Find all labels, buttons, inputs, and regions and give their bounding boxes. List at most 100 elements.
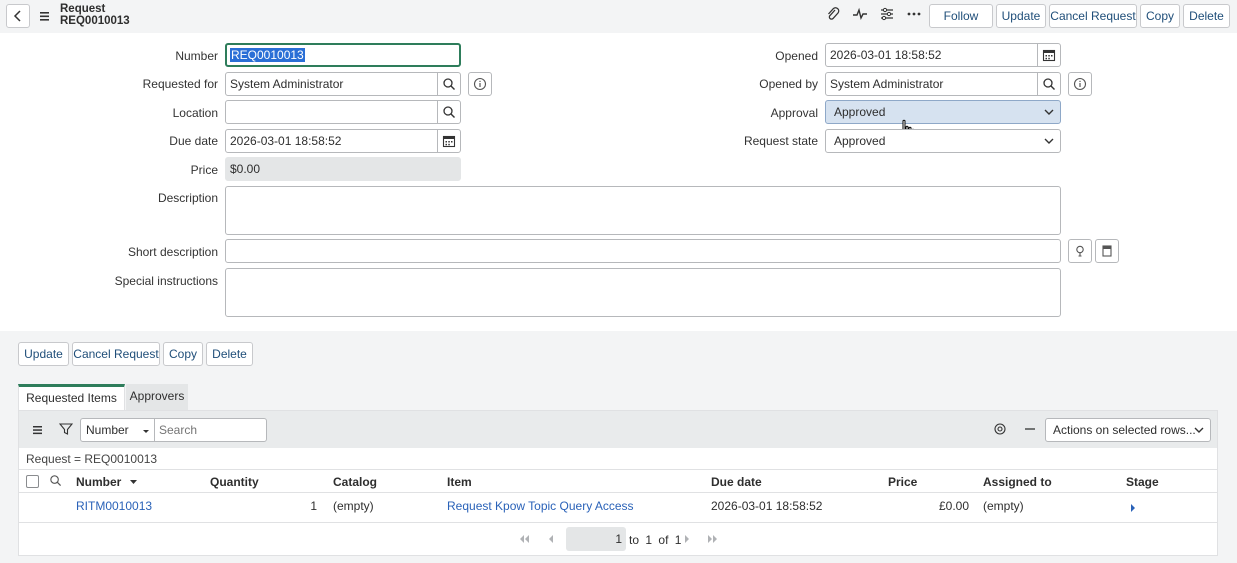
pagination-to-label: to (629, 533, 640, 547)
bottom-update-button[interactable]: Update (18, 342, 69, 366)
list-settings-button[interactable] (993, 422, 1009, 438)
search-icon (443, 78, 455, 90)
double-chevron-right-icon (708, 535, 717, 543)
column-header-item[interactable]: Item (447, 475, 472, 489)
opened-by-info-button[interactable] (1068, 72, 1092, 96)
short-description-field[interactable] (225, 239, 1061, 263)
price-field: $0.00 (225, 157, 461, 181)
bottom-copy-button[interactable]: Copy (163, 342, 203, 366)
more-options-button[interactable] (904, 6, 924, 26)
search-field-value: Number (86, 423, 129, 437)
column-header-number[interactable]: Number (76, 475, 138, 489)
chevron-down-icon (1044, 109, 1054, 115)
update-button[interactable]: Update (996, 4, 1046, 28)
price-label: Price (190, 163, 218, 177)
opened-by-field[interactable]: System Administrator (825, 72, 1038, 96)
chevron-right-icon (685, 535, 689, 543)
context-menu-button[interactable] (38, 8, 52, 24)
opened-by-lookup-button[interactable] (1037, 72, 1061, 96)
pagination-to: 1 (645, 533, 653, 547)
actions-on-selected-rows-select[interactable]: Actions on selected rows... (1045, 418, 1211, 442)
chevron-down-icon (1194, 427, 1204, 433)
location-field[interactable] (225, 100, 438, 124)
info-icon (473, 77, 487, 91)
opened-by-label: Opened by (759, 77, 818, 91)
list-search-input[interactable] (154, 418, 267, 442)
list-breadcrumb[interactable]: Request = REQ0010013 (26, 452, 157, 466)
requested-for-label: Requested for (142, 77, 218, 91)
description-textarea[interactable] (225, 186, 1061, 235)
tab-approvers[interactable]: Approvers (126, 384, 188, 411)
calendar-icon (1042, 49, 1056, 62)
stage-expand-button[interactable] (1129, 502, 1139, 512)
collapse-button[interactable] (1023, 422, 1039, 438)
activity-button[interactable] (850, 6, 870, 26)
requested-for-field[interactable]: System Administrator (225, 72, 438, 96)
requested-for-lookup-button[interactable] (437, 72, 461, 96)
requested-for-info-button[interactable] (468, 72, 492, 96)
bottom-delete-button[interactable]: Delete (206, 342, 253, 366)
special-instructions-textarea[interactable] (225, 268, 1061, 317)
settings-sliders-icon (881, 7, 893, 21)
follow-button[interactable]: Follow (929, 4, 993, 28)
search-icon (1043, 78, 1055, 90)
due-date-field[interactable]: 2026-03-01 18:58:52 (225, 129, 438, 153)
row-item-link[interactable]: Request Kpow Topic Query Access (447, 499, 634, 513)
previous-page-button[interactable] (546, 532, 558, 546)
location-label: Location (172, 106, 218, 120)
location-lookup-button[interactable] (437, 100, 461, 124)
page-current: 1 (615, 532, 622, 546)
approval-value: Approved (834, 105, 886, 119)
row-price: £0.00 (938, 499, 969, 513)
request-state-label: Request state (743, 134, 818, 148)
special-instructions-label: Special instructions (114, 274, 218, 288)
column-header-quantity[interactable]: Quantity (210, 475, 259, 489)
page-number-input[interactable]: 1 (566, 527, 626, 551)
back-button[interactable] (6, 4, 30, 28)
row-due-date: 2026-03-01 18:58:52 (711, 499, 823, 513)
column-search-button[interactable] (49, 474, 63, 488)
chevron-left-icon (13, 10, 21, 22)
more-icon (907, 12, 921, 16)
chevron-left-icon (549, 535, 553, 543)
row-assigned-to: (empty) (983, 499, 1024, 513)
hamburger-icon (40, 12, 49, 21)
next-page-button[interactable] (682, 532, 694, 546)
suggestion-button[interactable] (1068, 239, 1092, 263)
row-catalog: (empty) (333, 499, 374, 513)
template-button[interactable] (1095, 239, 1119, 263)
number-label: Number (175, 49, 218, 63)
approval-select[interactable]: Approved (825, 100, 1061, 124)
search-icon (443, 106, 455, 118)
copy-button[interactable]: Copy (1140, 4, 1180, 28)
bottom-cancel-request-button[interactable]: Cancel Request (72, 342, 160, 366)
search-field-select[interactable]: Number (80, 418, 155, 442)
personalize-button[interactable] (877, 6, 897, 26)
column-header-price[interactable]: Price (888, 475, 917, 489)
number-field[interactable]: REQ0010013 (225, 43, 461, 67)
column-header-assigned-to[interactable]: Assigned to (983, 475, 1052, 489)
select-all-checkbox[interactable] (26, 475, 39, 488)
cancel-request-button[interactable]: Cancel Request (1049, 4, 1137, 28)
calendar-icon (442, 135, 456, 148)
filter-button[interactable] (58, 422, 75, 438)
opened-field[interactable]: 2026-03-01 18:58:52 (825, 43, 1038, 67)
tab-requested-items[interactable]: Requested Items (1) (18, 384, 125, 427)
double-chevron-left-icon (520, 535, 529, 543)
attachment-button[interactable] (823, 6, 843, 26)
column-header-catalog[interactable]: Catalog (333, 475, 377, 489)
opened-calendar-button[interactable] (1037, 43, 1061, 67)
delete-button[interactable]: Delete (1183, 4, 1230, 28)
number-value: REQ0010013 (230, 48, 305, 62)
due-date-calendar-button[interactable] (437, 129, 461, 153)
first-page-button[interactable] (517, 532, 531, 546)
column-header-due-date[interactable]: Due date (711, 475, 762, 489)
request-state-value: Approved (834, 134, 886, 148)
last-page-button[interactable] (706, 532, 720, 546)
short-description-label: Short description (127, 245, 218, 259)
row-number-link[interactable]: RITM0010013 (76, 499, 152, 513)
column-header-stage[interactable]: Stage (1126, 475, 1159, 489)
request-state-select[interactable]: Approved (825, 129, 1061, 153)
list-menu-button[interactable] (31, 422, 45, 438)
chevron-down-icon (1044, 138, 1054, 144)
